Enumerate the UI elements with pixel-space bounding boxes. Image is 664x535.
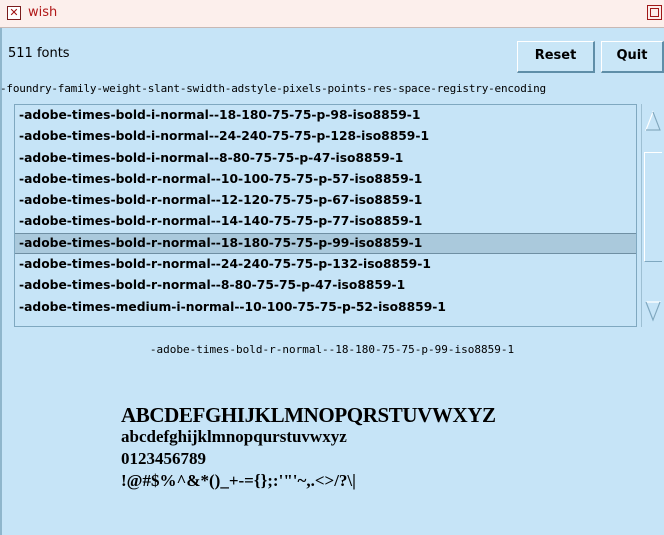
title-bar[interactable]: ✕ wish (0, 0, 664, 28)
xlfd-field-header: -foundry-family-weight-slant-swidth-adst… (0, 82, 546, 95)
font-list-item[interactable]: -adobe-times-bold-r-normal--12-120-75-75… (15, 190, 636, 211)
selected-font-caption: -adobe-times-bold-r-normal--18-180-75-75… (149, 343, 515, 356)
reset-button[interactable]: Reset (517, 41, 595, 73)
font-list-item[interactable]: -adobe-times-bold-r-normal--8-80-75-75-p… (15, 275, 636, 296)
font-list-scrollbar[interactable] (641, 104, 664, 327)
font-list-item[interactable]: -adobe-times-bold-r-normal--24-240-75-75… (15, 254, 636, 275)
font-list[interactable]: -adobe-times-bold-i-normal--18-180-75-75… (14, 104, 637, 327)
window-left-border (0, 28, 2, 535)
font-list-item[interactable]: -adobe-times-bold-i-normal--18-180-75-75… (15, 105, 636, 126)
maximize-icon[interactable] (647, 5, 662, 20)
sample-digits: 0123456789 (121, 449, 206, 468)
sample-symbols: !@#$%^&*()_+-={};:'"'~,.<>/?\| (121, 471, 356, 490)
font-list-item-selected[interactable]: -adobe-times-bold-r-normal--18-180-75-75… (15, 232, 636, 255)
sample-lowercase: abcdefghijklmnopqurstuvwxyz (121, 427, 347, 446)
font-list-item[interactable]: -adobe-times-bold-r-normal--10-100-75-75… (15, 169, 636, 190)
font-list-item[interactable]: -adobe-times-medium-i-normal--10-100-75-… (15, 297, 636, 318)
scroll-down-arrow-icon[interactable] (644, 296, 662, 326)
font-count-label: 511 fonts (8, 46, 70, 61)
font-list-item[interactable]: -adobe-times-bold-i-normal--24-240-75-75… (15, 126, 636, 147)
quit-button[interactable]: Quit (601, 41, 664, 73)
sample-uppercase: ABCDEFGHIJKLMNOPQRSTUVWXYZ (121, 403, 496, 427)
window-title: wish (28, 5, 58, 20)
scroll-up-arrow-icon[interactable] (644, 106, 662, 136)
font-list-item[interactable]: -adobe-times-bold-i-normal--8-80-75-75-p… (15, 148, 636, 169)
wish-window: ✕ wish 511 fonts Reset Quit -foundry-fam… (0, 0, 664, 535)
font-sample-preview: ABCDEFGHIJKLMNOPQRSTUVWXYZ abcdefghijklm… (121, 404, 496, 492)
close-box-icon[interactable]: ✕ (7, 6, 21, 20)
font-list-item[interactable]: -adobe-times-bold-r-normal--14-140-75-75… (15, 211, 636, 232)
scrollbar-thumb[interactable] (644, 152, 662, 262)
